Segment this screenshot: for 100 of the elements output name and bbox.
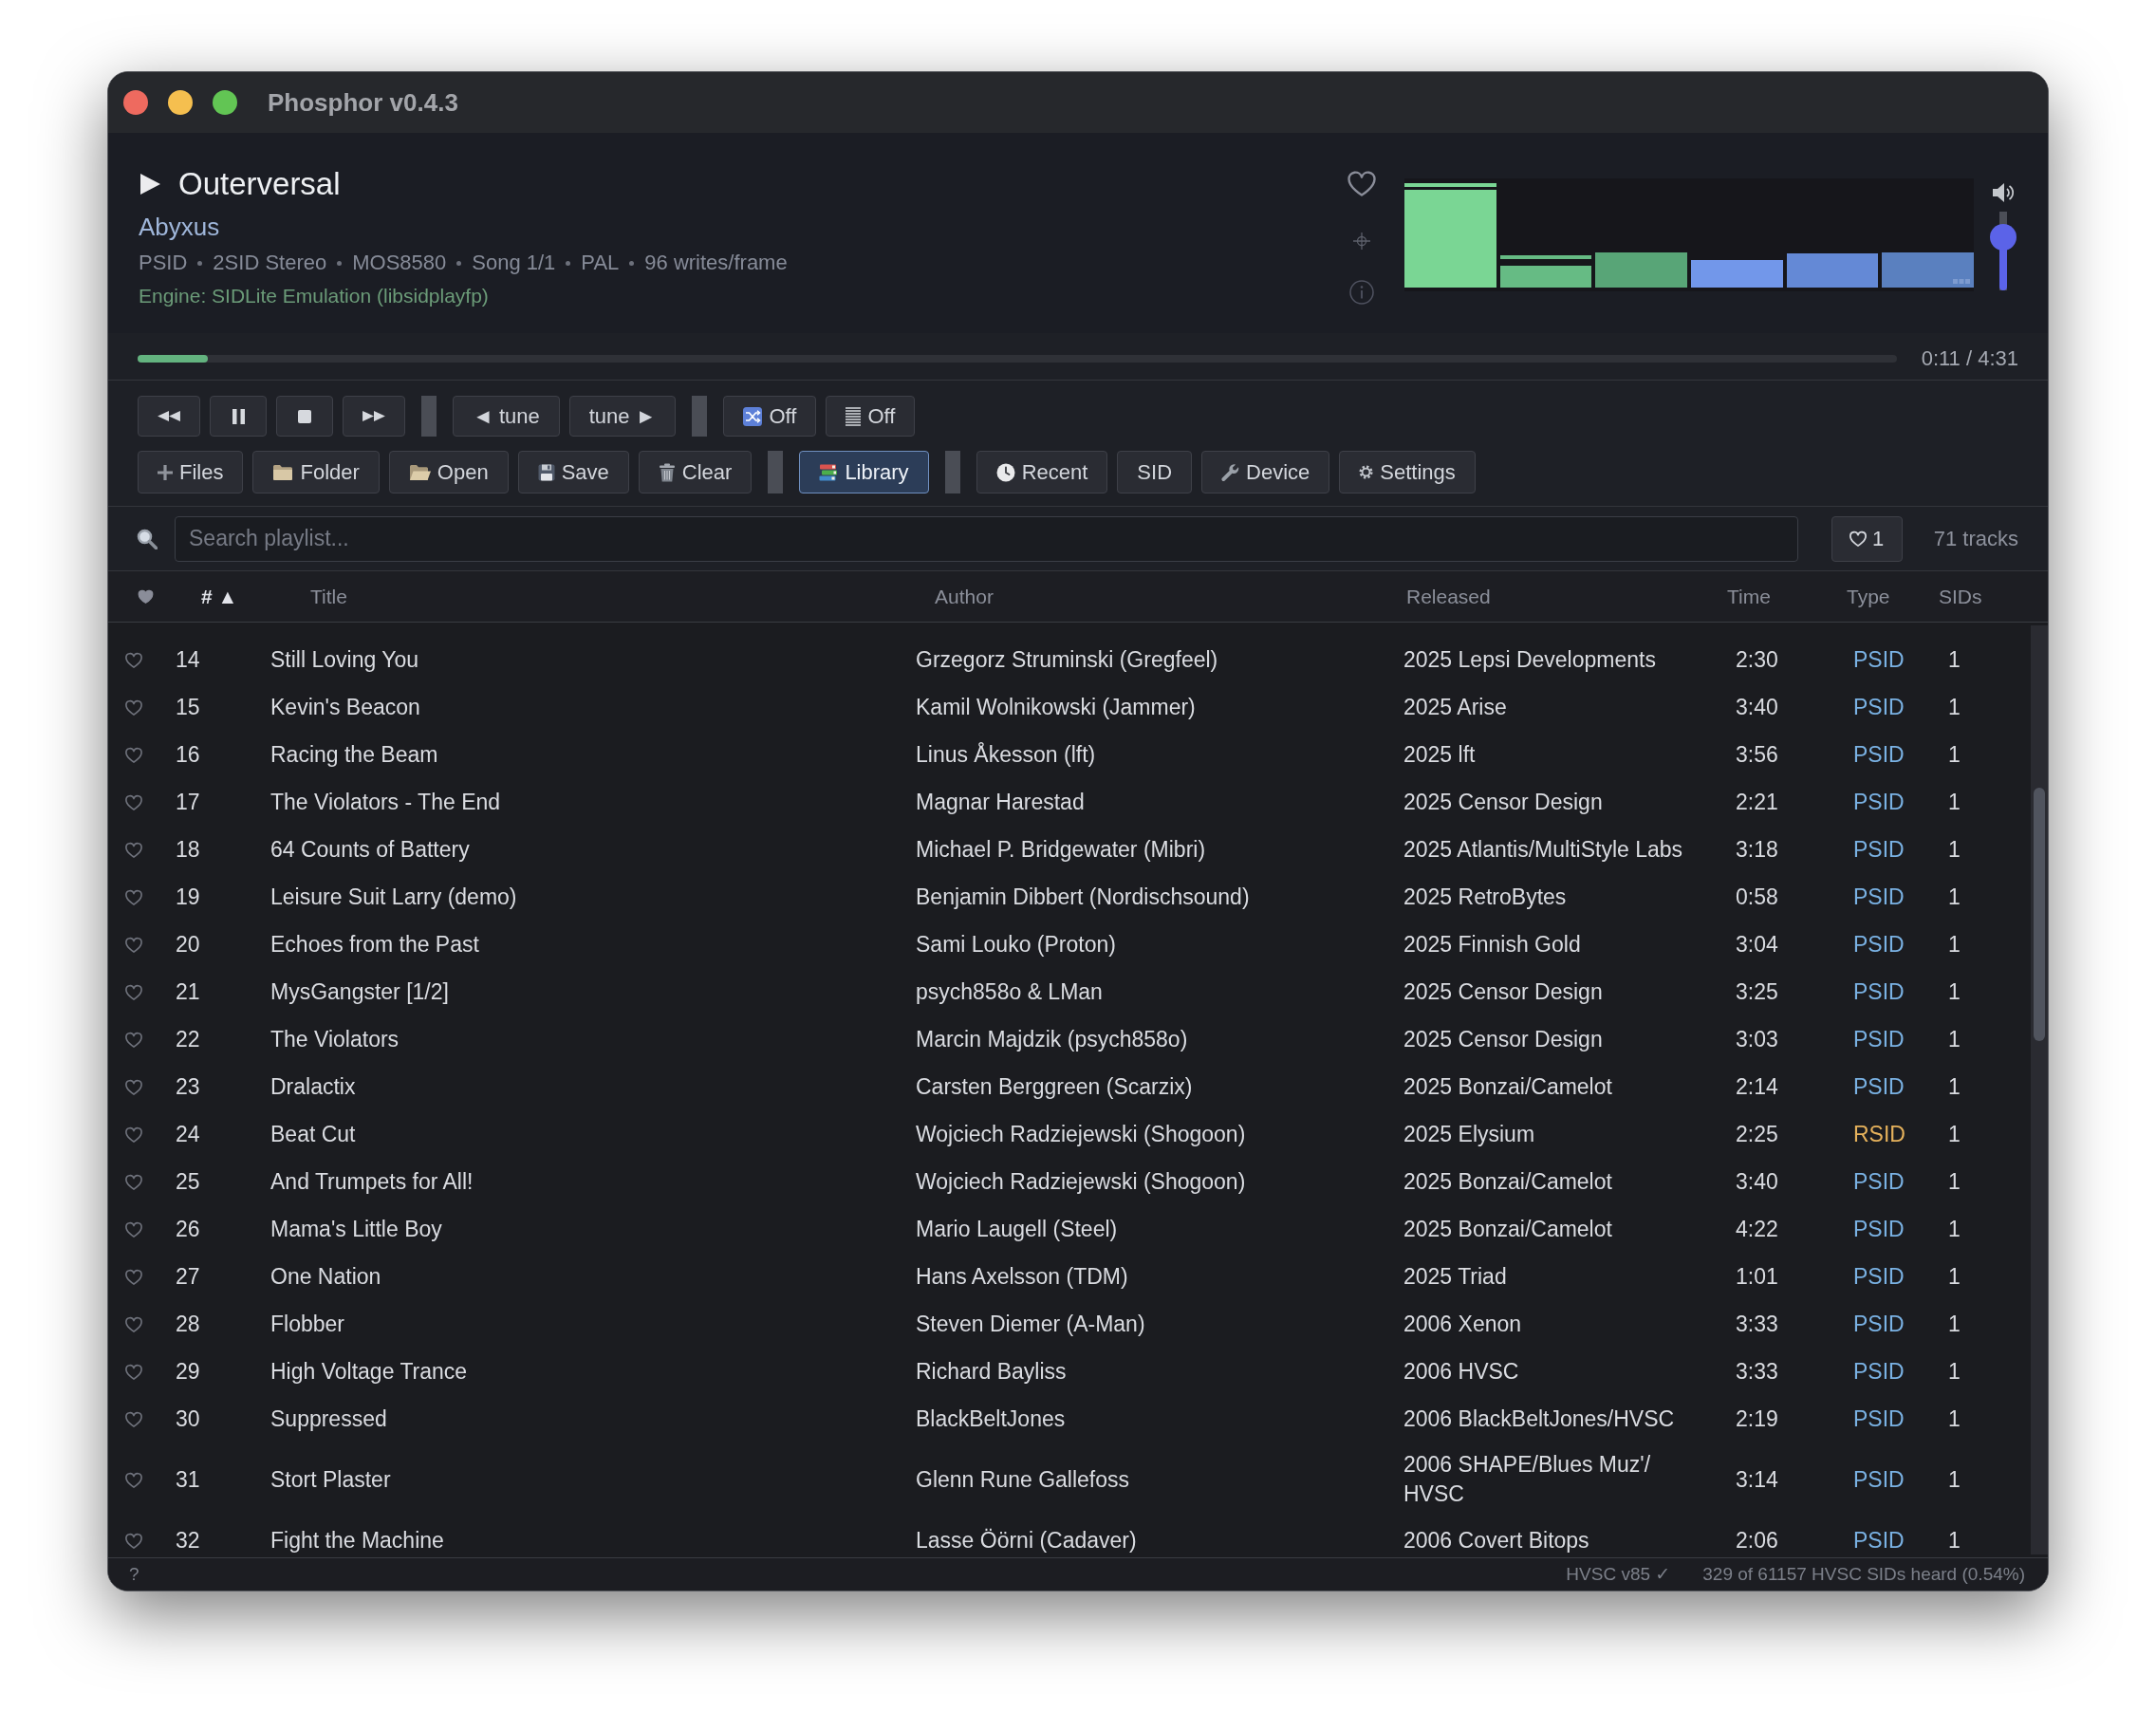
heart-icon[interactable] [125,1410,142,1427]
track-number: 30 [176,1405,200,1433]
track-author: Magnar Harestad [916,788,1085,816]
tune-button[interactable]: ◄ tune [453,396,560,437]
maximize-button[interactable] [213,90,237,115]
track-duration: 3:25 [1736,977,1778,1006]
scrollbar[interactable] [2031,625,2048,1554]
column-header[interactable]: Type [1847,581,1890,612]
heart-icon[interactable] [125,1220,142,1238]
folder-button[interactable]: Folder [252,451,380,493]
sid-count: 1 [1948,1310,1961,1338]
heart-icon[interactable] [125,983,142,1000]
plus-icon [158,464,173,480]
hvsc-version: HVSC v85 ✓ [1566,1562,1671,1586]
track-duration: 2:14 [1736,1072,1778,1101]
track-duration: 3:33 [1736,1310,1778,1338]
heart-icon[interactable] [125,1078,142,1095]
track-number: 16 [176,740,200,769]
sid-count: 1 [1948,1405,1961,1433]
stop-button[interactable] [276,396,333,437]
heart-icon[interactable] [125,936,142,953]
minimize-button[interactable] [168,90,193,115]
track-duration: 2:30 [1736,645,1778,674]
track-number: 24 [176,1120,200,1148]
shuffle-icon [743,406,763,426]
heart-icon[interactable] [125,841,142,858]
sid-type: PSID [1853,1526,1905,1554]
close-button[interactable] [123,90,148,115]
heart-icon[interactable] [125,698,142,716]
progress-bar[interactable] [138,354,1897,363]
sid-button[interactable]: SID [1117,451,1193,493]
heart-icon[interactable] [125,1363,142,1380]
shuffle-button[interactable]: Off [723,396,817,437]
heart-icon[interactable] [125,1315,142,1332]
track-title: One Nation [270,1262,381,1291]
recent-button[interactable]: Recent [976,451,1108,493]
crosshair-icon[interactable] [1353,233,1370,250]
pause-button[interactable] [210,396,267,437]
clear-button[interactable]: Clear [638,451,753,493]
column-header[interactable]: Released [1406,581,1491,612]
scrollbar-thumb[interactable] [2034,788,2045,1041]
help-button[interactable]: ? [129,1560,139,1589]
settings-button[interactable]: Settings [1339,451,1476,493]
heart-icon[interactable] [125,793,142,810]
track-number: 19 [176,883,200,911]
heart-icon[interactable] [138,589,154,604]
favorites-filter-button[interactable]: 1 [1831,515,1903,562]
sid-type: PSID [1853,788,1905,816]
track-duration: 3:14 [1736,1465,1778,1494]
heart-icon[interactable] [125,651,142,668]
speaker-icon[interactable] [1991,180,2016,205]
sid-type: PSID [1853,1072,1905,1101]
heart-icon[interactable] [125,746,142,763]
rewind-icon [158,411,180,421]
column-header[interactable]: SIDs [1939,581,1982,612]
trash-can-icon [658,462,676,482]
open-button[interactable]: Open [388,451,509,493]
tune-button[interactable]: tune ► [568,396,677,437]
sid-type: PSID [1853,1025,1905,1053]
list-mode-button[interactable]: Off [826,396,916,437]
column-header[interactable]: Title [310,581,347,612]
track-author: Sami Louko (Proton) [916,930,1116,959]
heart-icon[interactable] [125,1031,142,1048]
track-author: Steven Diemer (A-Man) [916,1310,1145,1338]
track-title: Suppressed [270,1405,387,1433]
release-info: 2006 Covert Bitops [1403,1526,1589,1554]
fast-forward-button[interactable] [343,396,405,437]
add-files-button[interactable]: Files [138,451,244,493]
sid-type: PSID [1853,693,1905,721]
sid-type: PSID [1853,930,1905,959]
column-header[interactable]: # ▲ [201,581,238,612]
heart-icon[interactable] [125,1173,142,1190]
track-number: 22 [176,1025,200,1053]
heart-icon[interactable] [125,1126,142,1143]
engine-label: Engine: SIDLite Emulation (libsidplayfp) [139,284,489,308]
release-info: 2025 Arise [1403,693,1507,721]
sid-type: RSID [1853,1120,1905,1148]
rewind-button[interactable] [138,396,200,437]
library-button[interactable]: Library [799,451,929,493]
heart-icon[interactable] [125,1532,142,1549]
volume-knob[interactable] [1990,224,2017,251]
release-info: 2025 Triad [1403,1262,1507,1291]
track-number: 29 [176,1357,200,1386]
device-button[interactable]: Device [1201,451,1330,493]
column-header[interactable]: Time [1727,581,1771,612]
heart-icon[interactable] [125,1268,142,1285]
column-header[interactable]: Author [935,581,994,612]
heart-icon[interactable] [125,1471,142,1488]
track-number: 28 [176,1310,200,1338]
sid-type: PSID [1853,835,1905,864]
track-detail: 2SID Stereo [213,250,327,276]
heart-icon[interactable] [125,888,142,905]
sid-type: PSID [1853,740,1905,769]
save-button[interactable]: Save [517,451,629,493]
track-title: Fight the Machine [270,1526,444,1554]
heart-icon[interactable] [1348,170,1376,196]
track-number: 27 [176,1262,200,1291]
search-field[interactable]: Search playlist... [175,515,1798,562]
info-icon[interactable] [1349,280,1374,305]
track-detail: 96 writes/frame [644,250,788,276]
